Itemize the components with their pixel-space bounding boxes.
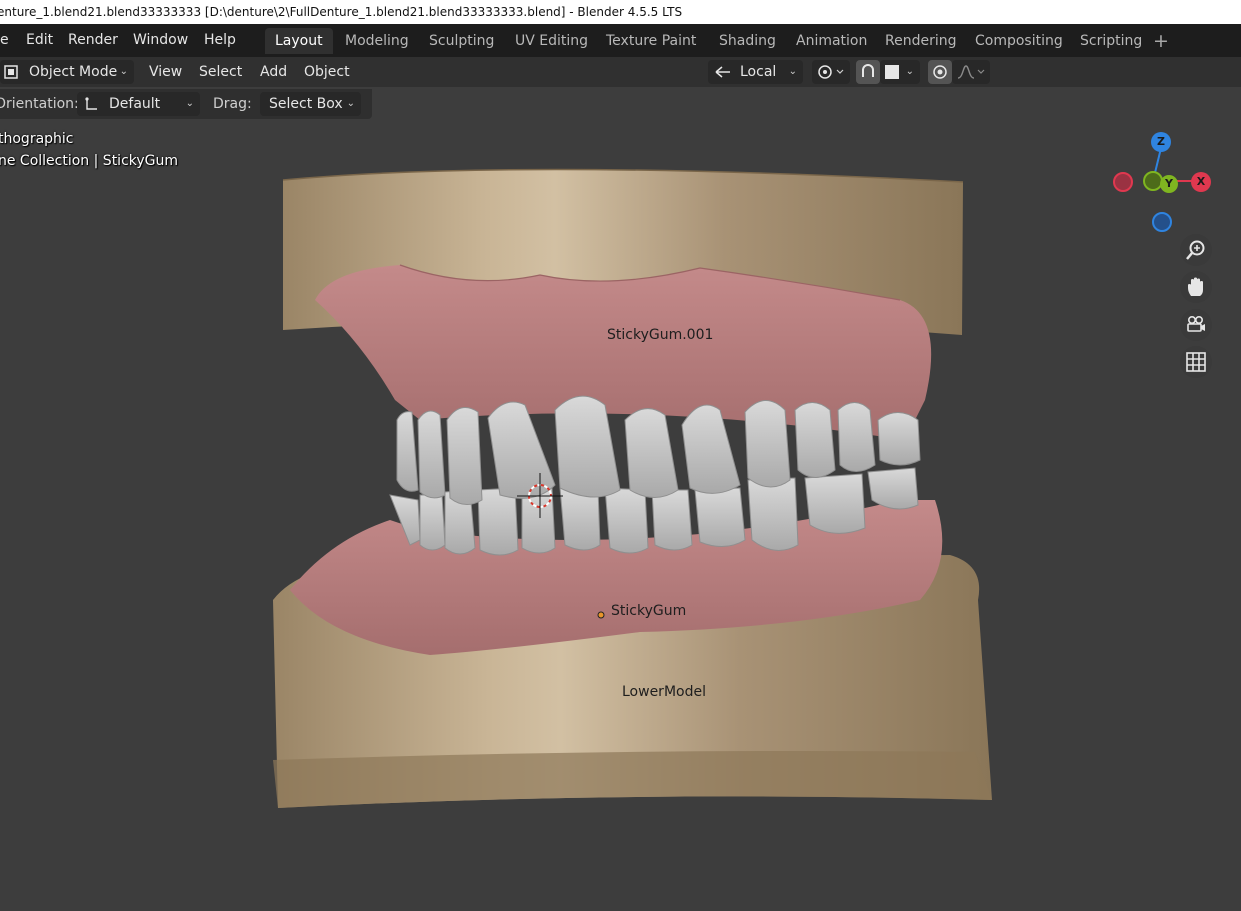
mode-dropdown[interactable]: Object Mode ⌄ [0, 60, 134, 84]
drag-label: Drag: [213, 96, 252, 112]
falloff-dropdown[interactable] [952, 60, 990, 84]
menu-window[interactable]: Window [130, 29, 191, 51]
snap-target-dropdown[interactable]: ⌄ [880, 60, 920, 84]
plus-icon: + [1153, 30, 1169, 52]
menu-add[interactable]: Add [260, 60, 287, 84]
camera-view-button[interactable] [1180, 309, 1212, 341]
gizmo-neg-z-axis[interactable] [1152, 212, 1172, 232]
snap-toggle[interactable] [856, 60, 880, 84]
tab-modeling[interactable]: Modeling [335, 28, 419, 54]
pivot-icon [818, 65, 844, 79]
add-workspace-button[interactable]: + [1150, 28, 1172, 54]
toggle-ortho-button[interactable] [1180, 346, 1212, 378]
tab-compositing[interactable]: Compositing [965, 28, 1073, 54]
pan-button[interactable] [1180, 271, 1212, 303]
tab-animation[interactable]: Animation [786, 28, 877, 54]
menu-help[interactable]: Help [201, 29, 239, 51]
window-title: enture_1.blend21.blend33333333 [D:\dentu… [0, 5, 683, 19]
label-upper-gum: StickyGum.001 [607, 327, 714, 343]
label-lower-gum: StickyGum [611, 603, 687, 619]
viewport-header: Object Mode ⌄ View Select Add Object Loc… [0, 57, 1241, 87]
viewport-canvas[interactable] [0, 119, 1241, 911]
object-origin-dot [597, 611, 605, 619]
object-mode-icon [4, 65, 18, 79]
menu-file[interactable]: e [0, 29, 12, 51]
snap-icon [862, 64, 874, 77]
gizmo-z-axis[interactable]: Z [1151, 132, 1171, 152]
chevron-down-icon: ⌄ [788, 66, 797, 77]
proportional-edit-toggle[interactable] [928, 60, 952, 84]
menu-view[interactable]: View [149, 60, 182, 84]
mode-value: Object Mode [29, 64, 118, 80]
chevron-down-icon: ⌄ [185, 98, 194, 109]
gizmo-neg-x-axis[interactable] [1113, 172, 1133, 192]
gizmo-y-axis[interactable]: Y [1160, 175, 1178, 193]
transform-orientation-dropdown[interactable]: Local ⌄ [708, 60, 803, 84]
tab-scripting[interactable]: Scripting [1070, 28, 1152, 54]
tab-shading[interactable]: Shading [709, 28, 786, 54]
falloff-icon [957, 65, 985, 79]
title-bar: enture_1.blend21.blend33333333 [D:\dentu… [0, 0, 1241, 24]
zoom-button[interactable] [1180, 234, 1212, 266]
orientation-icon [715, 66, 730, 78]
camera-icon [1187, 315, 1205, 332]
drag-dropdown[interactable]: Select Box ⌄ [260, 92, 361, 116]
zoom-icon [1186, 240, 1205, 260]
tab-sculpting[interactable]: Sculpting [419, 28, 504, 54]
gizmo-orientation-icon [85, 97, 97, 110]
orientation-label: Orientation: [0, 96, 79, 112]
pivot-point-button[interactable] [812, 60, 850, 84]
tab-layout[interactable]: Layout [265, 28, 333, 54]
proportional-edit-icon [933, 65, 947, 79]
drag-value: Select Box [269, 96, 343, 112]
tab-uv-editing[interactable]: UV Editing [505, 28, 598, 54]
tab-rendering[interactable]: Rendering [875, 28, 967, 54]
orientation-value: Local [740, 64, 777, 80]
grid-icon [1186, 352, 1206, 372]
top-bar: e Edit Render Window Help Layout Modelin… [0, 24, 1241, 57]
snap-target-icon [885, 65, 899, 79]
tool-settings-bar: Orientation: Default ⌄ Drag: Select Box … [0, 89, 372, 119]
menu-select[interactable]: Select [199, 60, 242, 84]
orientation-setting-value: Default [109, 96, 161, 112]
chevron-down-icon: ⌄ [119, 66, 128, 77]
chevron-down-icon: ⌄ [905, 66, 914, 77]
label-lower-model: LowerModel [622, 684, 706, 700]
gizmo-x-axis[interactable]: X [1191, 172, 1211, 192]
hand-pan-icon [1188, 277, 1203, 296]
menu-edit[interactable]: Edit [23, 29, 56, 51]
orientation-setting-dropdown[interactable]: Default ⌄ [77, 92, 200, 116]
menu-render[interactable]: Render [65, 29, 121, 51]
tab-texture-paint[interactable]: Texture Paint [596, 28, 706, 54]
chevron-down-icon: ⌄ [346, 98, 355, 109]
menu-object[interactable]: Object [304, 60, 350, 84]
